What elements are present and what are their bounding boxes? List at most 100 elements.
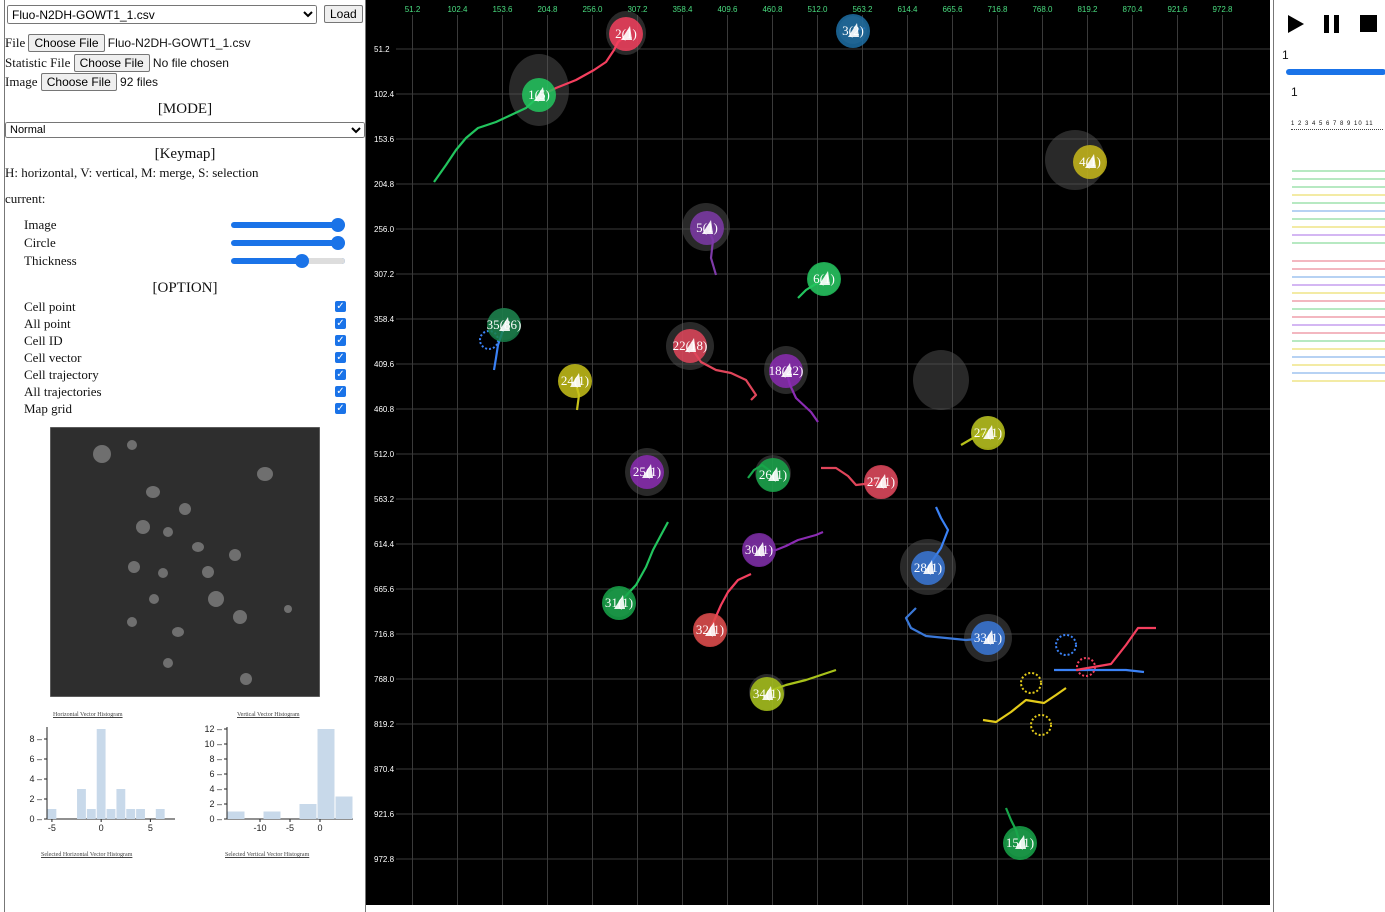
y-grid-label: 972.8	[374, 855, 395, 864]
y-grid-label: 870.4	[374, 765, 395, 774]
option-cell-trajectory-checkbox[interactable]: ✓	[335, 369, 346, 380]
x-grid-label: 358.4	[672, 5, 693, 14]
option-cell-point-checkbox[interactable]: ✓	[335, 301, 346, 312]
y-tick-label: 2 –	[209, 799, 222, 809]
cell-marker: 2(1)	[609, 17, 643, 51]
x-grid-label: 153.6	[492, 5, 513, 14]
y-grid-label: 358.4	[374, 315, 395, 324]
option-all-point-checkbox[interactable]: ✓	[335, 318, 346, 329]
histogram-bar	[126, 809, 136, 819]
y-grid-label: 512.0	[374, 450, 395, 459]
histogram-bar	[96, 729, 106, 819]
y-tick-label: 6 –	[209, 769, 222, 779]
option-cell-vector-label: Cell vector	[24, 350, 82, 365]
tracking-map-canvas[interactable]: 51.2 102.4 153.6 204.8 256.0 307.2 358.4 409.6 4…	[366, 0, 1270, 905]
x-grid-label: 409.6	[717, 5, 738, 14]
y-tick-label: 4 –	[209, 784, 222, 794]
cell-id-label: 26(1)	[759, 467, 787, 482]
y-grid-label: 153.6	[374, 135, 395, 144]
frame-slider[interactable]	[1286, 69, 1385, 75]
load-button[interactable]: Load	[324, 5, 363, 23]
cell-marker: 6(1)	[807, 262, 841, 296]
thickness-slider-knob[interactable]	[295, 254, 309, 268]
cell-marker: 31(1)	[602, 586, 636, 620]
x-grid-label: 563.2	[852, 5, 873, 14]
cell-marker: 5(1)	[690, 211, 724, 245]
y-grid-label: 614.4	[374, 540, 395, 549]
nucleus-blob	[913, 350, 969, 410]
circle-slider-knob[interactable]	[331, 236, 345, 250]
y-tick-label: 8 –	[29, 734, 42, 744]
y-tick-label: 0 –	[209, 814, 222, 824]
statistic-file-button[interactable]: Choose File	[73, 54, 150, 72]
option-heading: [OPTION]	[152, 280, 218, 296]
x-grid-label: 921.6	[1167, 5, 1188, 14]
trajectory-timeline	[1292, 170, 1385, 382]
tracking-map[interactable]: 51.2 102.4 153.6 204.8 256.0 307.2 358.4 409.6 4…	[366, 0, 1270, 905]
mode-select[interactable]: Normal	[5, 122, 365, 138]
y-tick-label: 4 –	[29, 774, 42, 784]
cell-id-label: 25(1)	[633, 464, 661, 479]
x-grid-label: 972.8	[1212, 5, 1233, 14]
x-grid-label: 102.4	[447, 5, 468, 14]
keymap-text: H: horizontal, V: vertical, M: merge, S:…	[5, 165, 259, 180]
histogram-bar	[116, 789, 126, 819]
x-grid-label: 665.6	[942, 5, 963, 14]
histogram-bar	[86, 809, 96, 819]
thickness-slider-label: Thickness	[24, 253, 77, 268]
option-all-point-label: All point	[24, 316, 71, 331]
horizontal-histogram-title: Horizontal Vector Histogram	[53, 712, 123, 718]
x-grid-label: 51.2	[405, 5, 421, 14]
y-grid-label: 563.2	[374, 495, 395, 504]
histogram-bar	[263, 811, 281, 819]
y-grid-label: 307.2	[374, 270, 395, 279]
cell-marker: 27(1)	[971, 416, 1005, 450]
cell-marker: 24(1)	[558, 364, 592, 398]
histogram-bar	[77, 789, 86, 819]
cell-marker: 18(22)	[769, 354, 803, 388]
thickness-slider[interactable]	[231, 254, 345, 268]
circle-slider[interactable]	[231, 236, 345, 250]
cell-id-label: 3(2)	[842, 23, 864, 38]
y-grid-label: 819.2	[374, 720, 395, 729]
file-choose-button[interactable]: Choose File	[28, 34, 105, 52]
option-all-trajectories-checkbox[interactable]: ✓	[335, 386, 346, 397]
y-tick-label: 6 –	[29, 754, 42, 764]
histogram-bar	[335, 796, 353, 819]
cell-id-label: 35(86)	[487, 317, 522, 332]
horizontal-histogram: 0 – 2 – 4 – 6 – 8 – -5 0 5	[29, 727, 175, 833]
cell-id-label: 6(1)	[813, 271, 835, 286]
y-tick-label: 8 –	[209, 754, 222, 764]
image-thumbnail	[50, 427, 320, 697]
vertical-histogram-title: Vertical Vector Histogram	[237, 712, 300, 718]
play-icon[interactable]	[1286, 14, 1306, 34]
cell-marker: 27(1)	[864, 465, 898, 499]
cell-trajectory	[1054, 668, 1145, 674]
option-cell-point-label: Cell point	[24, 299, 76, 314]
y-tick-label: 0 –	[29, 814, 42, 824]
x-tick-label: -5	[48, 823, 56, 833]
image-choose-button[interactable]: Choose File	[40, 73, 117, 91]
x-grid-label: 819.2	[1077, 5, 1098, 14]
histogram-bar	[47, 809, 57, 819]
option-map-grid-checkbox[interactable]: ✓	[335, 403, 346, 414]
csv-select[interactable]: Fluo-N2DH-GOWT1_1.csv	[7, 5, 317, 24]
predicted-point	[1055, 634, 1077, 656]
x-grid-label: 870.4	[1122, 5, 1143, 14]
cell-marker: 34(1)	[750, 677, 784, 711]
stop-icon[interactable]	[1358, 14, 1378, 34]
option-cell-id-label: Cell ID	[24, 333, 63, 348]
pause-icon[interactable]	[1322, 14, 1342, 34]
cell-marker: 30(1)	[742, 533, 776, 567]
option-all-trajectories-label: All trajectories	[24, 384, 102, 399]
image-slider[interactable]	[231, 218, 345, 232]
option-cell-vector-checkbox[interactable]: ✓	[335, 352, 346, 363]
cell-id-label: 2(1)	[615, 26, 637, 41]
option-cell-id-checkbox[interactable]: ✓	[335, 335, 346, 346]
y-grid-label: 460.8	[374, 405, 395, 414]
left-panel: Fluo-N2DH-GOWT1_1.csv Load File Choose F…	[4, 0, 366, 912]
keymap-heading: [Keymap]	[154, 146, 216, 162]
y-grid-label: 768.0	[374, 675, 395, 684]
image-slider-knob[interactable]	[331, 218, 345, 232]
x-grid-label: 256.0	[582, 5, 603, 14]
